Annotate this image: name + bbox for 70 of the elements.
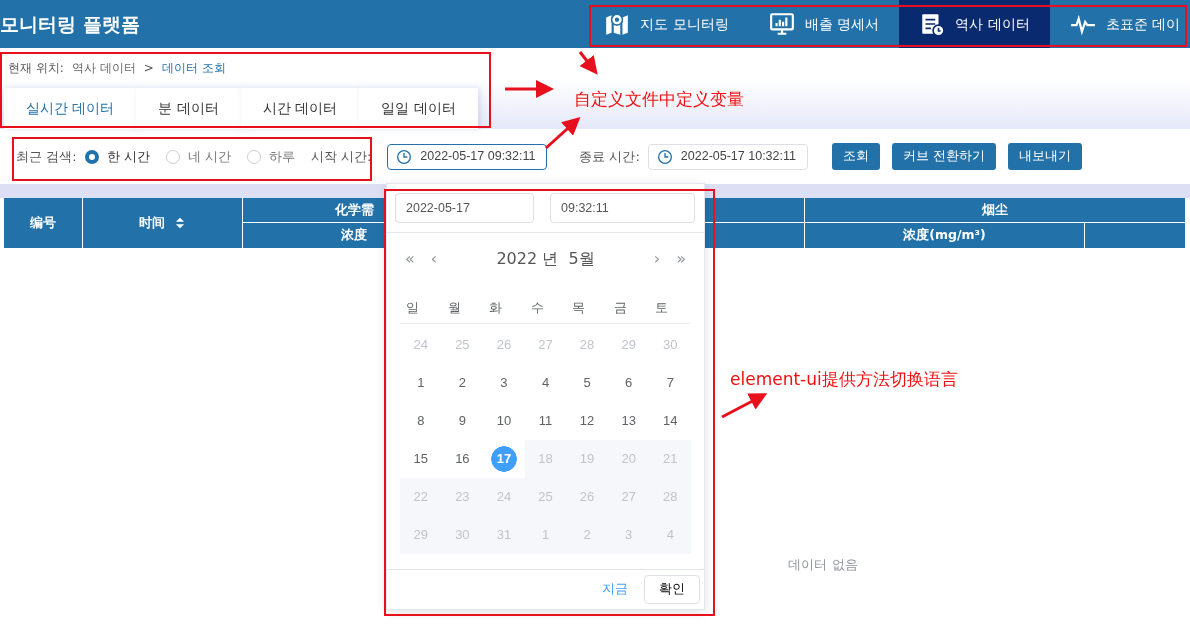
notepad-clock-icon — [919, 11, 946, 37]
weekday-label: 월 — [446, 299, 462, 318]
start-time-field[interactable]: 2022-05-17 09:32:11 — [387, 143, 548, 170]
calendar-day[interactable]: 11 — [524, 402, 567, 440]
weekday-label: 토 — [654, 299, 670, 318]
annotation-text: 自定义文件中定义变量 — [574, 88, 744, 111]
calendar-day[interactable]: 13 — [607, 402, 650, 440]
time-input[interactable]: 09:32:11 — [550, 193, 695, 223]
radio-option[interactable]: 하루 — [246, 146, 295, 167]
breadcrumb-separator: > — [143, 60, 154, 77]
nav-tab[interactable]: 초표준 데이 — [1049, 0, 1190, 48]
next-year-button[interactable]: » — [676, 247, 686, 271]
calendar-day[interactable]: 16 — [441, 440, 484, 478]
clock-icon — [396, 148, 413, 165]
tab[interactable]: 일일 데이터 — [359, 88, 478, 129]
confirm-button[interactable]: 확인 — [644, 575, 700, 604]
empty-message: 데이터 없음 — [788, 556, 858, 574]
date-input[interactable]: 2022-05-17 — [395, 193, 534, 223]
calendar-day[interactable]: 12 — [566, 402, 608, 440]
app-title: 모니터링 플랫폼 — [0, 11, 140, 37]
annotation-arrow — [721, 393, 768, 419]
calendar-day[interactable]: 4 — [524, 364, 567, 402]
header-cell: 编号 — [4, 198, 83, 249]
action-button[interactable]: 조회 — [831, 143, 880, 170]
filter-label: 최근 검색: — [16, 147, 77, 166]
previous-year-button[interactable]: « — [405, 247, 415, 271]
tab[interactable]: 분 데이터 — [136, 88, 241, 129]
calendar-day[interactable]: 8 — [400, 402, 442, 440]
header-cell: 时间 — [83, 198, 243, 249]
nav-tab[interactable]: 역사 데이터 — [899, 0, 1050, 48]
radio-option[interactable]: 한 시간 — [84, 146, 150, 167]
nav-tab[interactable]: 배출 명세서 — [748, 0, 900, 48]
action-button[interactable]: 커브 전환하기 — [891, 143, 996, 170]
clock-icon — [656, 148, 673, 165]
calendar-day[interactable]: 10 — [483, 402, 525, 440]
calendar-day[interactable]: 14 — [649, 402, 692, 440]
breadcrumb-label: 현재 위치: — [8, 60, 64, 77]
calendar-day[interactable]: 7 — [649, 364, 692, 402]
previous-month-button[interactable]: ‹ — [430, 247, 438, 271]
monitor-chart-icon — [768, 11, 795, 37]
annotation-arrow — [505, 80, 554, 98]
calendar-title: 2022 년 5월 — [495, 248, 596, 270]
nav-tab[interactable]: 지도 모니터링 — [584, 0, 749, 48]
calendar-day[interactable]: 1 — [400, 364, 442, 402]
weekday-label: 수 — [529, 299, 545, 318]
end-time-field[interactable]: 2022-05-17 10:32:11 — [647, 143, 808, 170]
breadcrumb-link[interactable]: 역사 데이터 — [71, 59, 136, 77]
annotation-text: element-ui提供方法切换语言 — [730, 368, 958, 391]
calendar-day[interactable]: 2 — [441, 364, 484, 402]
breadcrumb-link[interactable]: 데이터 조회 — [161, 59, 226, 77]
tab[interactable]: 시간 데이터 — [240, 88, 360, 129]
calendar-day[interactable]: 15 — [400, 440, 442, 478]
weekday-label: 금 — [612, 299, 628, 318]
tab[interactable]: 실시간 데이터 — [4, 88, 137, 129]
weekday-label: 목 — [571, 299, 587, 318]
next-month-button[interactable]: › — [653, 247, 661, 271]
calendar-day[interactable]: 5 — [566, 364, 608, 402]
weekday-label: 일 — [405, 299, 420, 318]
radio-option[interactable]: 네 시간 — [165, 146, 231, 167]
header-cell: 烟尘 — [805, 198, 1186, 223]
calendar-day[interactable]: 3 — [483, 364, 525, 402]
action-button[interactable]: 내보내기 — [1007, 143, 1082, 170]
annotation-arrow — [578, 51, 598, 75]
calendar-day[interactable]: 6 — [607, 364, 650, 402]
annotation-arrow — [545, 117, 581, 150]
end-time-label: 종료 시간: — [579, 147, 640, 166]
calendar-day[interactable]: 9 — [441, 402, 484, 440]
weekday-label: 화 — [488, 299, 504, 318]
start-time-label: 시작 시간: — [310, 147, 372, 166]
header-cell: 浓度(mg/m³) — [805, 223, 1085, 249]
